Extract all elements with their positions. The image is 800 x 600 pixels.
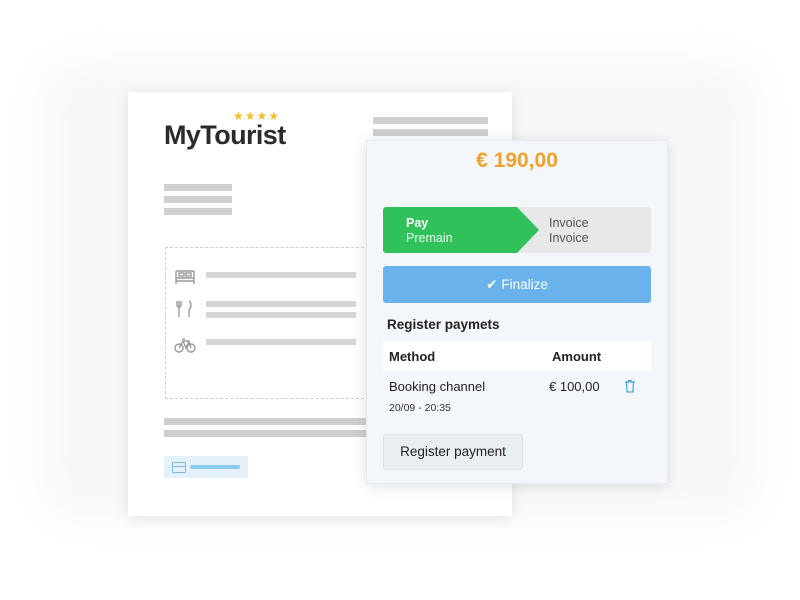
total-amount: € 190,00 [476, 149, 558, 172]
card-tag [164, 456, 248, 478]
register-payment-button[interactable]: Register payment [383, 434, 523, 470]
payment-amount: € 100,00 [549, 379, 600, 394]
step-pay-title: Pay [406, 216, 429, 230]
step-invoice-subtitle: Invoice [549, 231, 589, 245]
doc-line [206, 312, 356, 318]
doc-line [373, 129, 488, 136]
payment-panel: € 190,00 Invoice Invoice Pay Premain ✔ Fi… [366, 140, 668, 484]
finalize-button[interactable]: ✔ Finalize [383, 266, 651, 303]
brand-logo: ★★★★ MyTourist [164, 110, 286, 151]
trash-icon[interactable] [624, 379, 636, 393]
doc-line [206, 272, 356, 278]
step-invoice-title: Invoice [549, 216, 589, 230]
rating-stars: ★★★★ [233, 109, 281, 123]
column-amount: Amount [552, 349, 602, 364]
fork-knife-icon [176, 300, 192, 317]
doc-line [206, 301, 356, 307]
step-pay[interactable]: Pay Premain [383, 207, 539, 253]
step-pay-subtitle: Premain [406, 231, 453, 245]
payment-date: 20/09 - 20:35 [389, 402, 451, 414]
doc-line [373, 117, 488, 124]
finalize-label: Finalize [501, 277, 548, 292]
bed-icon [175, 270, 195, 284]
brand-name: MyTourist [164, 120, 286, 150]
column-method: Method [389, 349, 436, 364]
bicycle-icon [174, 338, 196, 353]
payment-method: Booking channel [389, 379, 486, 394]
doc-line [164, 208, 232, 215]
doc-line [164, 196, 232, 203]
doc-line [206, 339, 356, 345]
table-header: Method Amount [383, 341, 651, 371]
doc-line [164, 184, 232, 191]
check-icon: ✔ [486, 277, 498, 292]
card-line [190, 465, 240, 469]
payment-steps: Invoice Invoice Pay Premain [383, 207, 651, 253]
section-title: Register paymets [387, 317, 500, 332]
card-icon [172, 462, 186, 473]
